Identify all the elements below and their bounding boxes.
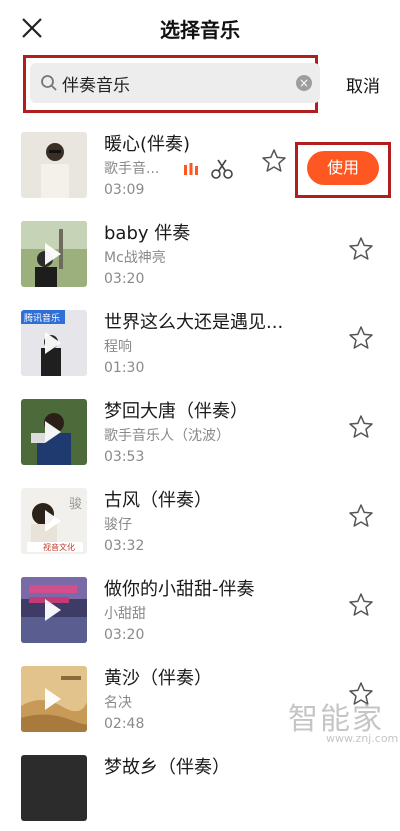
song-thumbnail[interactable]: [21, 755, 87, 821]
song-title: 黄沙（伴奏）: [104, 668, 212, 689]
use-button[interactable]: 使用: [307, 151, 379, 185]
song-duration: 03:20: [104, 627, 145, 643]
song-row[interactable]: baby 伴奏 Mc战神亮 03:20: [0, 215, 400, 297]
song-duration: 03:32: [104, 538, 145, 554]
song-artist: 小甜甜: [104, 606, 146, 622]
song-artist: 程响: [104, 339, 132, 355]
thumb-label: 视音文化: [43, 542, 75, 552]
song-duration: 02:48: [104, 716, 145, 732]
song-row[interactable]: 暖心(伴奏) 歌手音... 03:09 使用: [0, 126, 400, 208]
song-duration: 03:09: [104, 182, 145, 198]
star-icon[interactable]: [348, 236, 374, 262]
search-box[interactable]: ×: [30, 63, 320, 103]
song-artist: 歌手音乐人（沈波）: [104, 428, 230, 444]
star-icon[interactable]: [348, 325, 374, 351]
play-icon: [45, 243, 61, 265]
star-icon[interactable]: [348, 414, 374, 440]
watermark-url: www.znj.com: [326, 732, 399, 745]
play-icon: [45, 332, 61, 354]
header: 选择音乐: [0, 0, 400, 56]
song-title: 暖心(伴奏): [104, 134, 191, 155]
song-title: 梦故乡（伴奏）: [104, 757, 230, 778]
song-artist: 名决: [104, 695, 132, 711]
song-artist: 歌手音...: [104, 161, 160, 177]
song-thumbnail[interactable]: 腾讯音乐: [21, 310, 87, 376]
song-thumbnail[interactable]: 骏 仔 视音文化: [21, 488, 87, 554]
song-title: 做你的小甜甜-伴奏: [104, 579, 255, 600]
song-duration: 03:53: [104, 449, 145, 465]
scissors-icon[interactable]: [210, 157, 234, 181]
song-thumbnail[interactable]: [21, 399, 87, 465]
play-icon: [45, 510, 61, 532]
song-row[interactable]: 做你的小甜甜-伴奏 小甜甜 03:20: [0, 571, 400, 653]
play-icon: [45, 688, 61, 710]
song-thumbnail[interactable]: [21, 221, 87, 287]
song-row[interactable]: 梦故乡（伴奏）: [0, 749, 400, 831]
song-duration: 01:30: [104, 360, 145, 376]
song-duration: 03:20: [104, 271, 145, 287]
clear-icon[interactable]: ×: [296, 75, 312, 91]
play-icon: [45, 421, 61, 443]
star-icon[interactable]: [348, 592, 374, 618]
thumb-label: 腾讯音乐: [24, 312, 60, 324]
song-row[interactable]: 骏 仔 视音文化 古风（伴奏） 骏仔 03:32: [0, 482, 400, 564]
song-title: 世界这么大还是遇见...: [104, 312, 284, 333]
cancel-button[interactable]: 取消: [346, 72, 380, 97]
song-row[interactable]: 梦回大唐（伴奏） 歌手音乐人（沈波） 03:53: [0, 393, 400, 475]
play-icon: [45, 599, 61, 621]
star-icon[interactable]: [348, 503, 374, 529]
song-title: 梦回大唐（伴奏）: [104, 401, 248, 422]
search-icon: [41, 75, 57, 91]
song-row[interactable]: 腾讯音乐 世界这么大还是遇见... 程响 01:30: [0, 304, 400, 386]
song-artist: Mc战神亮: [104, 250, 166, 266]
star-icon[interactable]: [261, 148, 287, 174]
playing-equalizer-icon: [184, 163, 198, 175]
page-title: 选择音乐: [160, 18, 240, 42]
song-thumbnail[interactable]: [21, 666, 87, 732]
watermark: 智能家 www.znj.com: [288, 694, 398, 754]
song-thumbnail[interactable]: [21, 132, 87, 198]
song-thumbnail[interactable]: [21, 577, 87, 643]
song-artist: 骏仔: [104, 517, 132, 533]
search-input[interactable]: [62, 63, 282, 103]
song-title: 古风（伴奏）: [104, 490, 212, 511]
thumb-text: 骏 仔: [69, 497, 87, 512]
song-title: baby 伴奏: [104, 223, 191, 244]
